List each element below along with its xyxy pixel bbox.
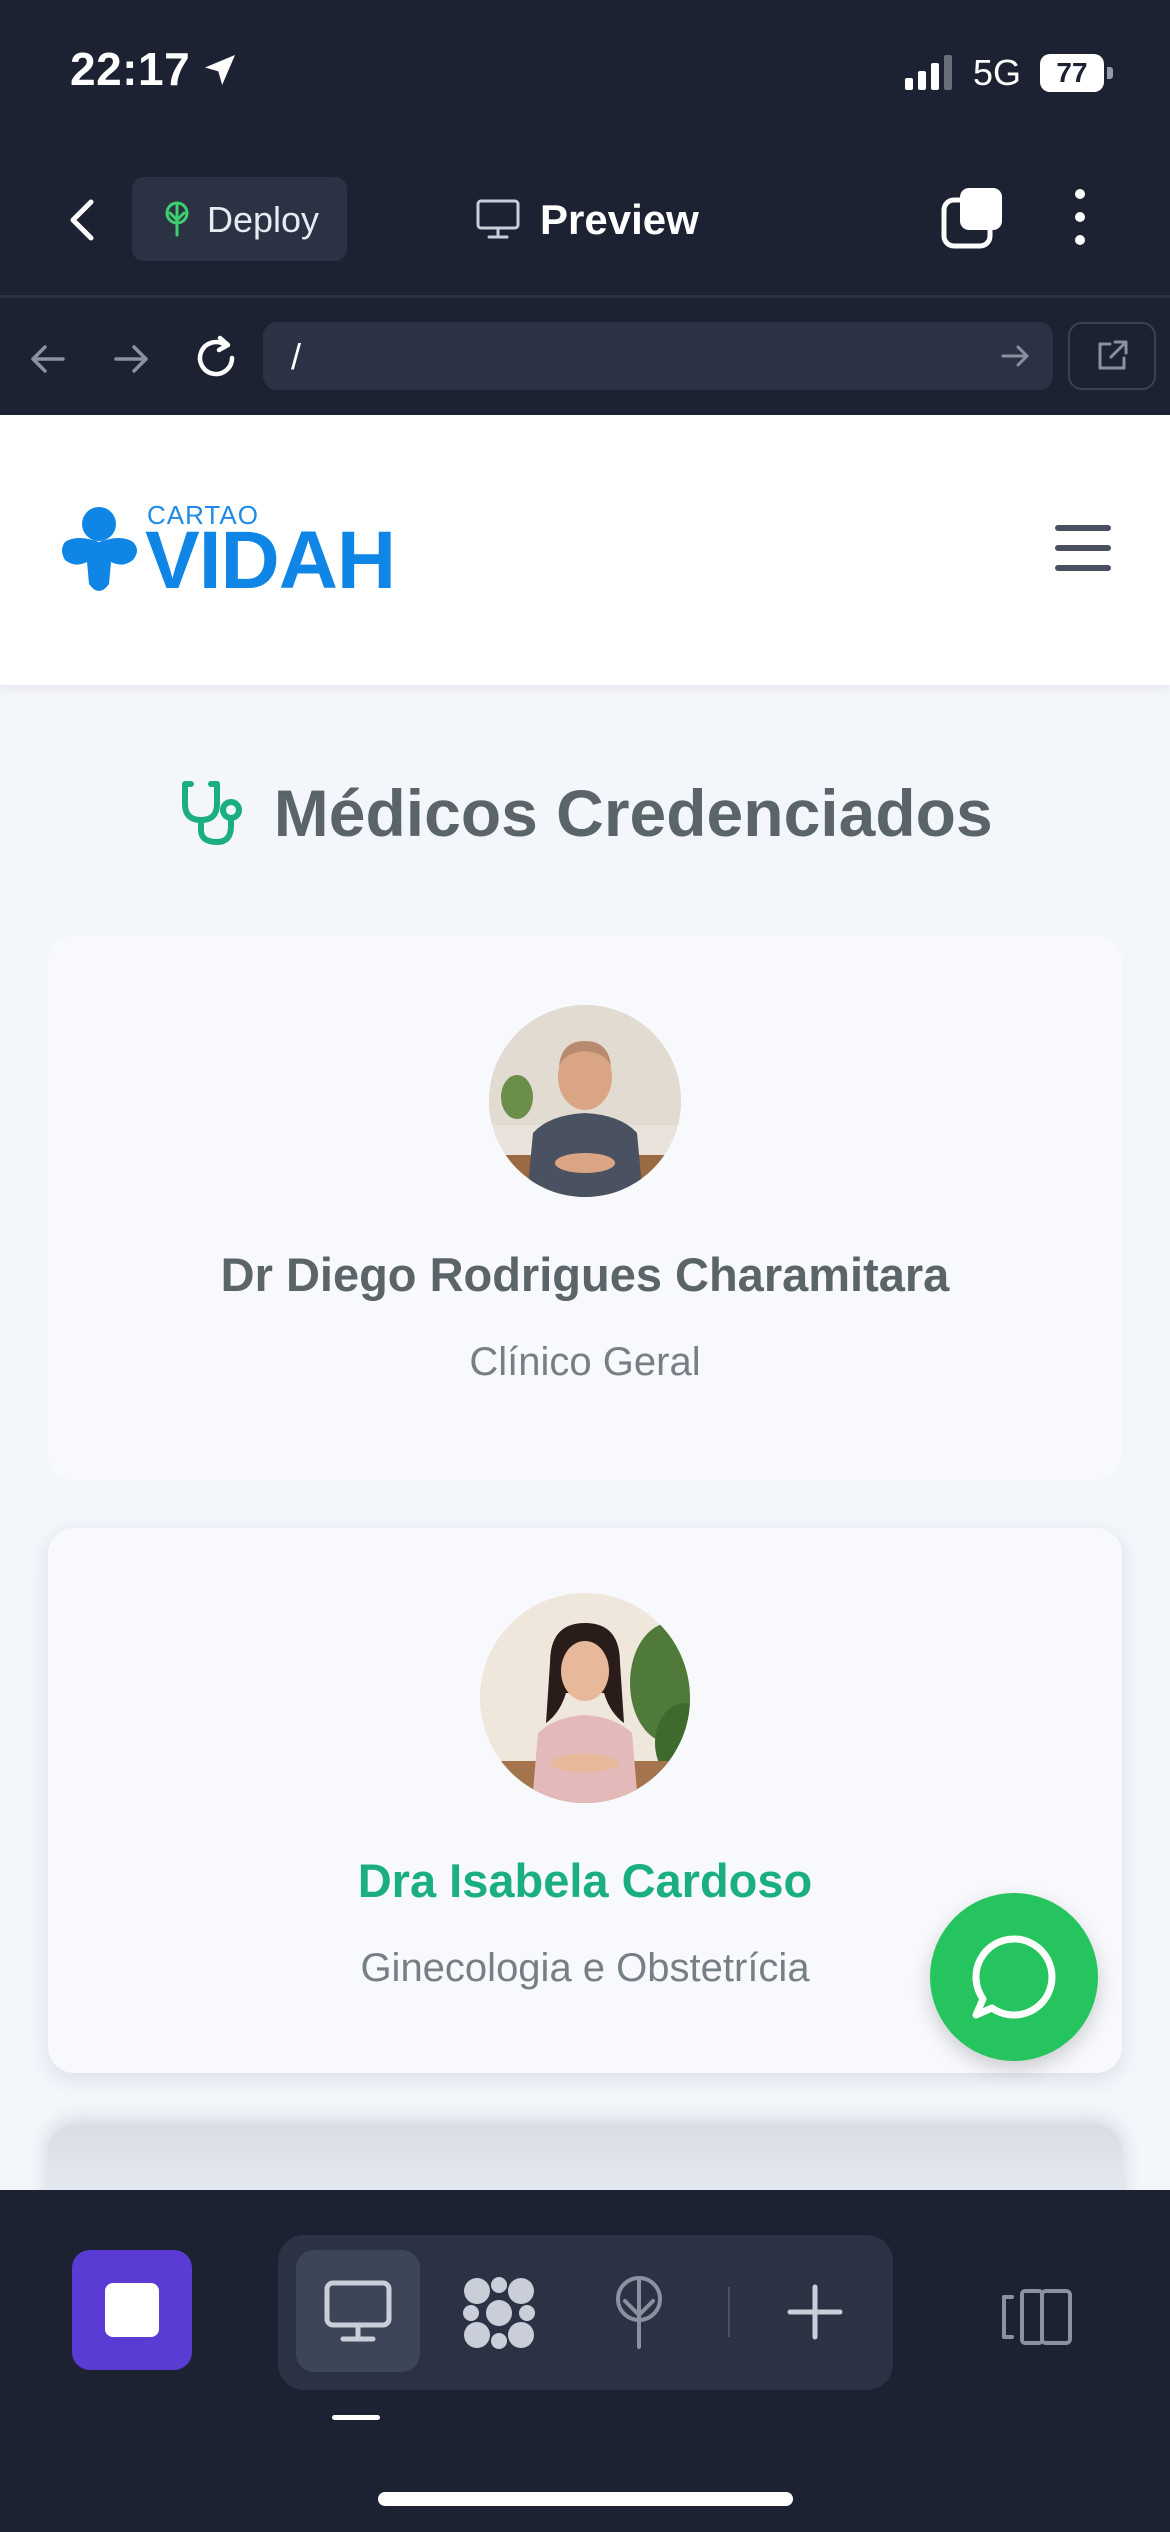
doctor-photo — [489, 1005, 681, 1197]
tabs-icon[interactable] — [940, 184, 1006, 250]
doctor-specialty: Clínico Geral — [469, 1340, 701, 1384]
doctor-photo — [480, 1593, 690, 1803]
deploy-label: Deploy — [207, 199, 320, 240]
home-indicator — [378, 2492, 793, 2506]
active-mode-indicator — [332, 2415, 380, 2420]
cellular-signal-icon — [905, 55, 952, 90]
section-heading: Médicos Credenciados — [0, 775, 1170, 865]
stop-icon — [105, 2283, 159, 2337]
site-header: CARTAO VIDAH — [0, 415, 1170, 685]
url-input[interactable]: / — [263, 322, 1053, 390]
bottom-toolbar — [0, 2190, 1170, 2532]
desktop-view-button[interactable] — [296, 2250, 420, 2372]
mode-divider — [728, 2287, 730, 2337]
open-external-button[interactable] — [1068, 322, 1156, 390]
more-options-icon[interactable] — [1060, 184, 1100, 250]
location-arrow-icon — [205, 55, 235, 85]
whatsapp-chat-button[interactable] — [930, 1893, 1098, 2061]
components-grid-icon[interactable] — [461, 2275, 537, 2351]
battery-level: 77 — [1056, 57, 1088, 88]
go-arrow-icon[interactable] — [999, 340, 1031, 372]
preview-label: Preview — [540, 196, 699, 243]
web-preview: CARTAO VIDAH Médicos Credenciados Dr Die… — [0, 415, 1170, 2190]
whatsapp-icon — [972, 1935, 1056, 2019]
deploy-button[interactable]: Deploy — [132, 177, 347, 261]
view-mode-group — [278, 2235, 893, 2390]
back-chevron-icon[interactable] — [55, 190, 115, 250]
stop-button[interactable] — [72, 2250, 192, 2370]
deploy-tree-icon — [165, 201, 189, 237]
network-type: 5G — [973, 52, 1022, 93]
doctor-name: Dra Isabela Cardoso — [357, 1854, 813, 1907]
monitor-icon — [324, 2280, 392, 2342]
deploy-tree-icon[interactable] — [611, 2275, 667, 2351]
status-bar: 22:17 5G 77 — [0, 0, 1170, 150]
menu-hamburger-icon[interactable] — [1055, 525, 1115, 573]
browser-url-bar: / — [0, 295, 1170, 418]
app-top-bar: Deploy Preview — [0, 150, 1170, 295]
logo-cross-icon — [62, 507, 137, 591]
reload-icon[interactable] — [190, 332, 242, 384]
arrow-left-icon[interactable] — [25, 336, 71, 382]
external-link-icon — [1098, 340, 1128, 370]
logo-big-text: VIDAH — [145, 515, 396, 606]
plus-icon[interactable] — [786, 2283, 844, 2341]
stethoscope-icon — [182, 781, 243, 846]
monitor-icon — [476, 199, 520, 239]
doctor-name: Dr Diego Rodrigues Charamitara — [220, 1248, 950, 1301]
status-time: 22:17 — [70, 43, 191, 95]
doctor-card[interactable] — [48, 2125, 1122, 2190]
url-text: / — [291, 336, 302, 377]
battery-icon: 77 — [1040, 54, 1116, 92]
section-title: Médicos Credenciados — [273, 776, 993, 850]
site-logo[interactable]: CARTAO VIDAH — [55, 500, 396, 610]
doctor-card[interactable]: Dr Diego Rodrigues Charamitara Clínico G… — [48, 935, 1122, 1480]
panel-toggle-icon[interactable] — [1000, 2287, 1075, 2347]
arrow-right-icon[interactable] — [108, 336, 154, 382]
